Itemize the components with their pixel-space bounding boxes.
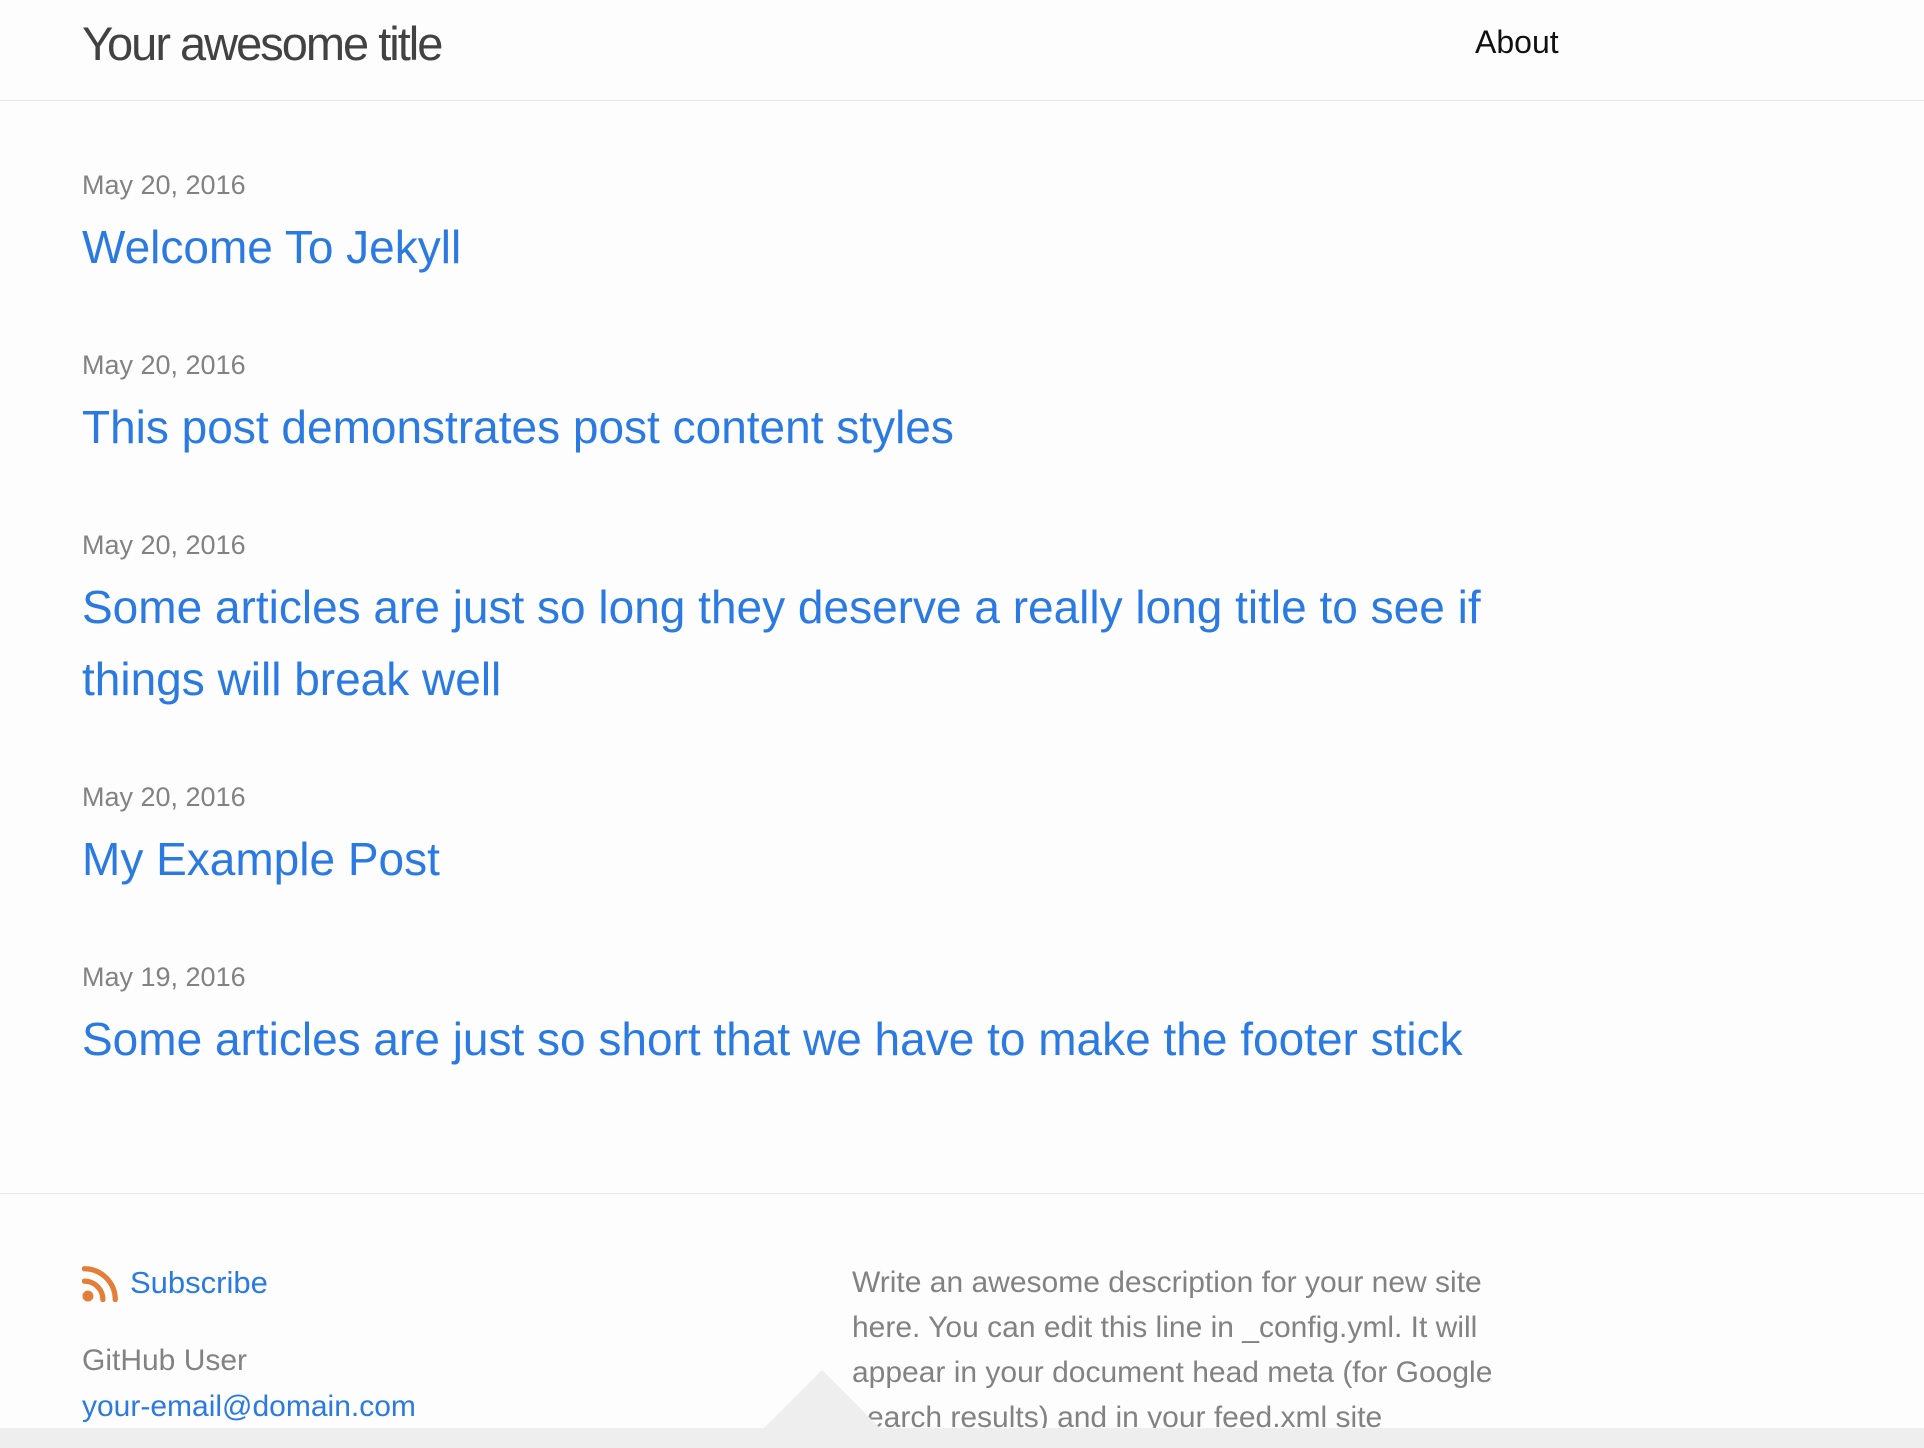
- post-date: May 19, 2016: [82, 962, 246, 992]
- post-item: May 20, 2016 Some articles are just so l…: [82, 530, 1502, 715]
- post-date: May 20, 2016: [82, 782, 246, 812]
- site-footer: Subscribe GitHub User your-email@domain.…: [0, 1193, 1924, 1448]
- nav-about-link[interactable]: About: [1475, 24, 1559, 61]
- post-date: May 20, 2016: [82, 170, 246, 200]
- site-title-link[interactable]: Your awesome title: [82, 16, 443, 71]
- post-title-link[interactable]: My Example Post: [82, 823, 1502, 895]
- footer-contact: Subscribe GitHub User your-email@domain.…: [82, 1264, 682, 1424]
- post-title-link[interactable]: Welcome To Jekyll: [82, 211, 1502, 283]
- subscribe-link[interactable]: Subscribe: [82, 1264, 682, 1302]
- site-description: Write an awesome description for your ne…: [852, 1266, 1493, 1434]
- post-item: May 20, 2016 Welcome To Jekyll: [82, 170, 1502, 283]
- post-item: May 20, 2016 My Example Post: [82, 782, 1502, 895]
- footer-email-link[interactable]: your-email@domain.com: [82, 1390, 682, 1424]
- site-header: Your awesome title About: [0, 0, 1924, 101]
- bottom-bar: [0, 1428, 1924, 1448]
- post-item: May 20, 2016 This post demonstrates post…: [82, 350, 1502, 463]
- post-title-link[interactable]: Some articles are just so long they dese…: [82, 571, 1502, 715]
- scroll-up-tab[interactable]: [764, 1370, 880, 1428]
- post-item: May 19, 2016 Some articles are just so s…: [82, 962, 1502, 1075]
- footer-author-name: GitHub User: [82, 1344, 248, 1377]
- post-date: May 20, 2016: [82, 530, 246, 560]
- subscribe-label: Subscribe: [130, 1265, 268, 1300]
- post-date: May 20, 2016: [82, 350, 246, 380]
- post-title-link[interactable]: This post demonstrates post content styl…: [82, 391, 1502, 463]
- rss-icon: [82, 1264, 120, 1302]
- post-title-link[interactable]: Some articles are just so short that we …: [82, 1003, 1502, 1075]
